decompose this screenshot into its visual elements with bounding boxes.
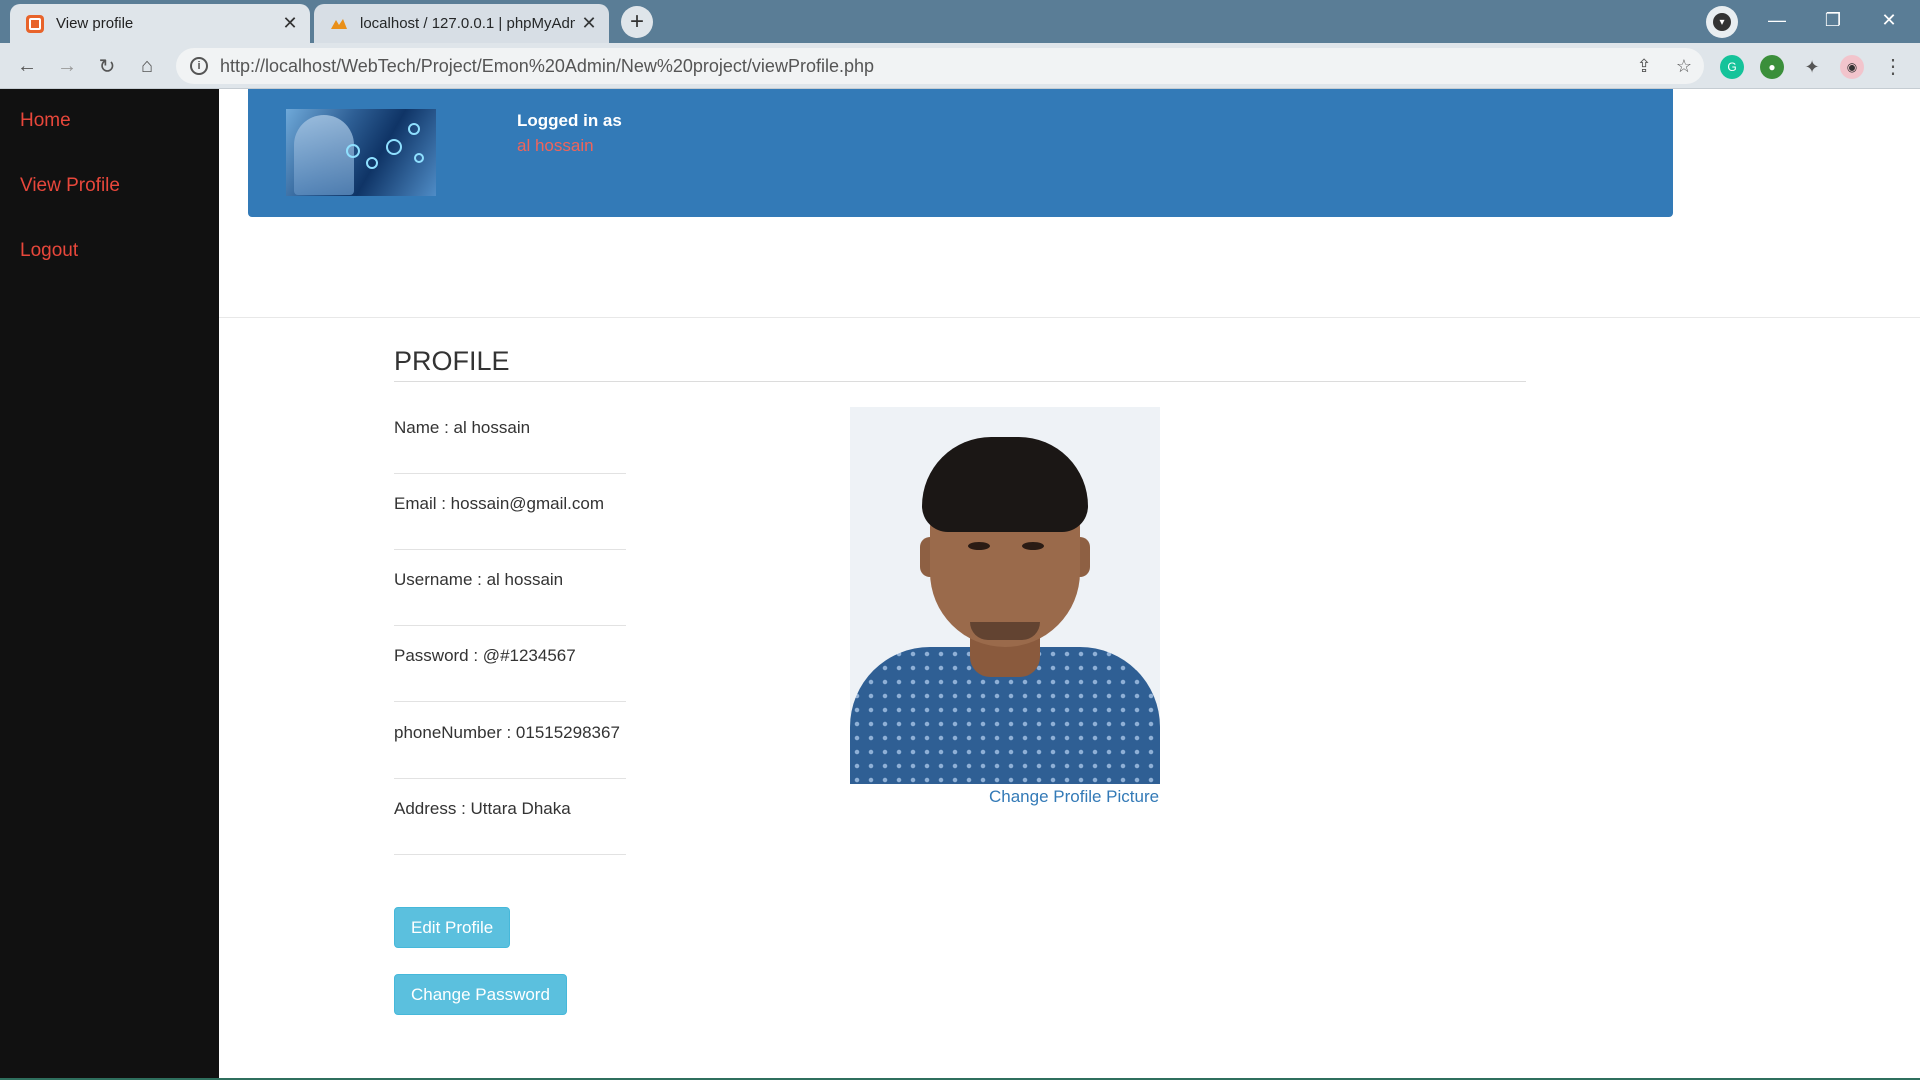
logged-in-username: al hossain [517,136,594,155]
page-title: PROFILE [394,346,510,376]
close-icon[interactable]: ✕ [575,13,603,34]
sidebar-item-view-profile[interactable]: View Profile [20,175,120,197]
browser-menu-icon[interactable]: ⋮ [1878,51,1908,81]
address-bar[interactable]: i http://localhost/WebTech/Project/Emon%… [176,48,1704,84]
change-profile-picture-link[interactable]: Change Profile Picture [989,787,1159,807]
profile-address-field: Address : Uttara Dhaka [394,779,626,855]
extensions-puzzle-icon[interactable]: ✦ [1800,55,1824,79]
close-icon[interactable]: ✕ [276,13,304,34]
profile-name-field: Name : al hossain [394,398,626,474]
share-icon[interactable]: ⇪ [1624,56,1664,77]
bookmark-star-icon[interactable]: ☆ [1664,56,1704,77]
url-text[interactable]: http://localhost/WebTech/Project/Emon%20… [220,56,1624,77]
section-divider [219,317,1920,318]
grammarly-extension-icon[interactable]: G [1720,55,1744,79]
sidebar-item-logout[interactable]: Logout [20,240,78,262]
header-banner: Logged in as al hossain [248,89,1673,217]
tab-title: localhost / 127.0.0.1 | phpMyAdm [360,15,575,32]
forward-icon[interactable]: → [52,51,82,81]
tab-title: View profile [56,15,134,32]
change-password-button[interactable]: Change Password [394,974,567,1015]
phpmyadmin-favicon-icon [330,15,348,33]
profile-password-field: Password : @#1234567 [394,626,626,702]
site-info-icon[interactable]: i [190,57,208,75]
globe-extension-icon[interactable]: ● [1760,55,1784,79]
browser-toolbar: ← → ↻ ⌂ i http://localhost/WebTech/Proje… [0,43,1920,89]
profile-picture [850,407,1160,784]
sidebar: Home View Profile Logout [0,89,219,1080]
reload-icon[interactable]: ↻ [92,51,122,81]
close-window-button[interactable]: ✕ [1866,4,1912,36]
profile-username-field: Username : al hossain [394,550,626,626]
logged-in-label: Logged in as [517,111,622,130]
edit-profile-button[interactable]: Edit Profile [394,907,511,948]
title-divider [394,381,1526,382]
new-tab-button[interactable]: + [621,6,653,38]
browser-tab-bar: View profile ✕ localhost / 127.0.0.1 | p… [0,0,1920,43]
profile-avatar-icon[interactable]: ◉ [1840,55,1864,79]
minimize-button[interactable]: — [1754,4,1800,36]
profile-email-field: Email : hossain@gmail.com [394,474,626,550]
restore-button[interactable]: ❐ [1810,4,1856,36]
profile-phone-field: phoneNumber : 01515298367 [394,703,626,779]
medical-banner-image [286,109,436,196]
tab-search-icon[interactable]: ▾ [1706,6,1738,38]
tab-view-profile[interactable]: View profile ✕ [10,4,310,43]
tab-phpmyadmin[interactable]: localhost / 127.0.0.1 | phpMyAdm ✕ [314,4,609,43]
sidebar-item-home[interactable]: Home [20,110,71,132]
back-icon[interactable]: ← [12,51,42,81]
home-icon[interactable]: ⌂ [132,51,162,81]
xampp-favicon-icon [26,14,44,33]
